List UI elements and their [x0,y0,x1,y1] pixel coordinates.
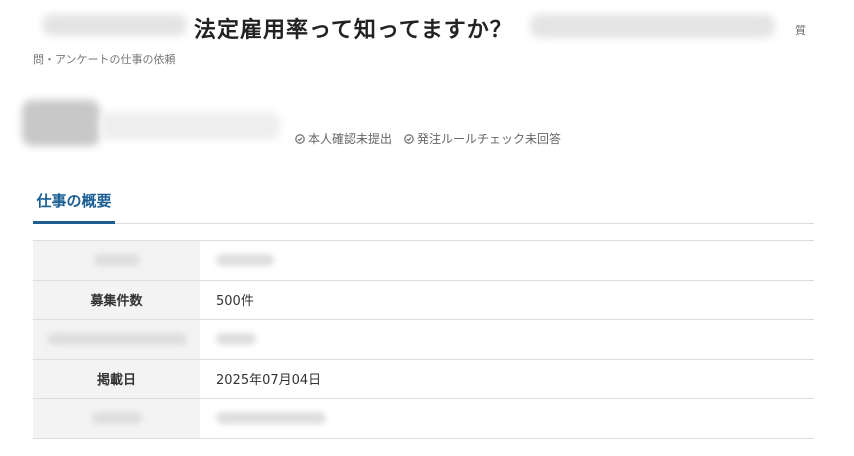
table-row [33,319,814,360]
page: 法定雇用率って知ってますか？ 質 問・アンケートの仕事の依頼 本人確認未提出 発… [0,0,854,456]
redacted-client-avatar [22,100,100,146]
row-value-redacted [200,241,814,281]
row-label-redacted [33,319,200,359]
overview-table: 募集件数 500件 掲載日 2025年07月04日 [33,240,814,439]
row-label-redacted [33,240,200,280]
row-label-recruit-count: 募集件数 [33,280,200,320]
redacted-client-name [100,112,280,140]
client-status-row: 本人確認未提出 発注ルールチェック未回答 [295,130,561,147]
row-value-recruit-count: 500件 [216,294,254,310]
row-value-redacted [200,320,814,360]
table-row: 掲載日 2025年07月04日 [33,359,814,399]
row-value-posted-date: 2025年07月04日 [216,373,322,389]
table-row: 募集件数 500件 [33,280,814,320]
row-label-posted-date: 掲載日 [33,359,200,399]
identity-status-badge: 本人確認未提出 [295,130,392,147]
identity-status-label: 本人確認未提出 [308,132,393,146]
redacted-category-tag [42,14,187,36]
table-row [33,240,814,281]
check-circle-icon [404,133,414,144]
row-label-redacted [33,398,200,438]
order-rule-status-label: 発注ルールチェック未回答 [417,132,562,146]
title-tail-text: 質 [795,24,806,37]
redacted-title-suffix [530,14,775,38]
check-circle-icon [295,133,305,144]
table-row [33,398,814,439]
tab-overview[interactable]: 仕事の概要 [33,190,115,224]
order-rule-status-badge: 発注ルールチェック未回答 [404,130,561,147]
breadcrumb: 問・アンケートの仕事の依頼 [33,53,176,66]
row-value-redacted [200,399,814,439]
page-title: 法定雇用率って知ってますか？ [194,18,513,43]
tab-bar: 仕事の概要 [33,184,814,224]
